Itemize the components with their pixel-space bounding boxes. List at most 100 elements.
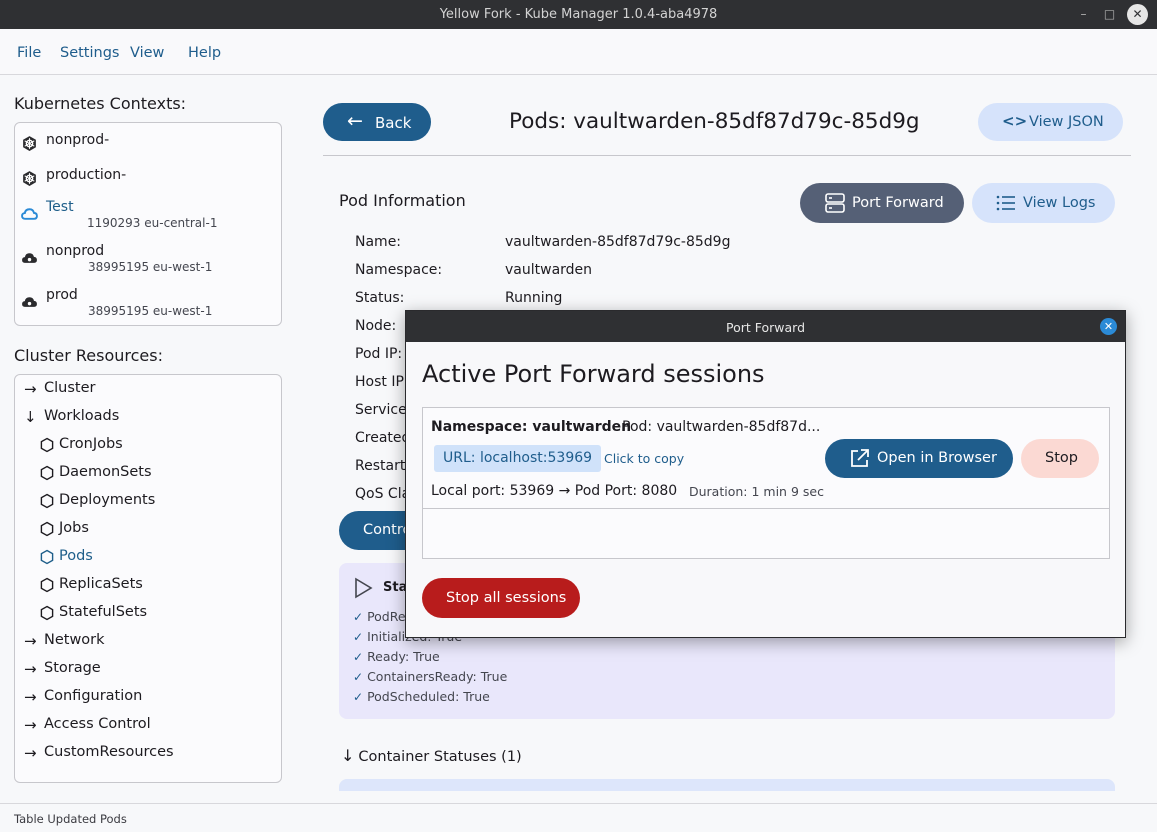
stop-label: Stop [1045,450,1078,466]
check-icon: ✓ [353,690,364,704]
open-in-browser-label: Open in Browser [877,450,997,466]
window-titlebar: Yellow Fork - Kube Manager 1.0.4-aba4978… [0,0,1157,29]
container-statuses-label: Container Statuses (1) [358,749,522,765]
arrow-right-icon: → [24,744,37,762]
menu-view[interactable]: View [130,45,164,61]
arrow-right-icon: → [24,632,37,650]
dialog-titlebar: Port Forward ✕ [406,311,1125,342]
check-icon: ✓ [353,670,364,684]
kubernetes-icon [23,136,36,151]
field-label: Created [355,430,411,446]
server-icon [825,193,845,213]
context-name: nonprod- [46,132,110,148]
hexagon-icon [40,521,54,537]
condition-item: ✓ PodScheduled: True [353,689,490,704]
dialog-heading: Active Port Forward sessions [422,360,765,388]
click-to-copy-link[interactable]: Click to copy [604,451,684,466]
menu-help[interactable]: Help [188,45,221,61]
external-link-icon [851,449,869,467]
field-label: Node: [355,318,397,334]
menubar: File Settings View Help [0,29,1157,75]
container-status-card [339,779,1115,791]
field-value: Running [505,290,563,306]
status-text: Table Updated Pods [14,812,127,826]
context-sub: 1190293 eu-central-1 [87,216,218,230]
menu-file[interactable]: File [17,45,41,61]
view-json-button[interactable]: <> View JSON [978,103,1123,141]
arrow-down-icon: ↓ [341,746,355,765]
session-namespace: Namespace: vaultwarden [431,419,632,435]
field-label: Host IP: [355,374,409,390]
arrow-right-icon: → [24,380,37,398]
check-icon: ✓ [353,650,364,664]
arrow-right-icon: → [24,688,37,706]
context-name: Test [46,199,74,215]
maximize-icon[interactable]: □ [1099,4,1120,25]
field-value: vaultwarden [505,262,593,278]
stop-all-sessions-button[interactable]: Stop all sessions [422,578,580,618]
status-bar: Table Updated Pods [0,803,1157,832]
hexagon-icon [40,605,54,621]
dialog-close-icon[interactable]: ✕ [1100,318,1117,335]
page-title: Pods: vaultwarden-85df87d79c-85d9g [509,109,920,134]
field-label: Restarts [355,458,413,474]
session-divider [423,508,1109,509]
context-sub: 38995195 eu-west-1 [88,260,213,274]
view-logs-label: View Logs [1023,195,1096,211]
container-statuses-toggle[interactable]: ↓ Container Statuses (1) [341,746,522,765]
dialog-title: Port Forward [725,320,806,335]
session-url[interactable]: URL: localhost:53969 [434,445,602,472]
resources-heading: Cluster Resources: [14,346,163,365]
field-label: Namespace: [355,262,443,278]
session-duration: Duration: 1 min 9 sec [689,484,824,499]
arrow-down-icon: ↓ [24,408,37,426]
view-logs-button[interactable]: View Logs [972,183,1115,223]
code-icon: <> [1002,112,1028,130]
header-divider [323,155,1131,156]
hexagon-icon [40,493,54,509]
open-in-browser-button[interactable]: Open in Browser [825,439,1013,478]
kubernetes-icon [23,171,36,186]
stop-session-button[interactable]: Stop [1021,439,1099,478]
minimize-icon[interactable]: – [1073,4,1094,25]
port-forward-button[interactable]: Port Forward [800,183,964,223]
field-label: Pod IP: [355,346,403,362]
back-button[interactable]: ← Back [323,103,431,141]
contexts-list: nonprod- production- Test 1190293 eu-cen… [14,122,282,326]
condition-item: ✓ Ready: True [353,649,440,664]
field-label: Service [355,402,407,418]
window-close-icon[interactable]: ✕ [1127,4,1148,25]
stop-all-label: Stop all sessions [446,590,567,606]
hexagon-icon [40,465,54,481]
cloud-icon [21,208,38,220]
field-label: Status: [355,290,405,306]
hexagon-icon [40,549,54,565]
menu-settings[interactable]: Settings [60,45,119,61]
cloud-icon [22,253,37,263]
contexts-heading: Kubernetes Contexts: [14,94,187,113]
context-sub: 38995195 eu-west-1 [88,304,213,318]
window-title: Yellow Fork - Kube Manager 1.0.4-aba4978 [439,7,718,22]
pod-info-heading: Pod Information [339,191,466,210]
session-ports: Local port: 53969 → Pod Port: 8080 [431,483,678,499]
list-icon [996,195,1015,211]
context-name: nonprod [46,243,105,259]
context-name: production- [46,167,127,183]
condition-item: ✓ PodRe [353,609,406,624]
arrow-left-icon: ← [347,110,363,132]
check-icon: ✓ [353,610,364,624]
arrow-right-icon: → [24,716,37,734]
play-icon[interactable] [353,577,373,599]
check-icon: ✓ [353,630,364,644]
port-forward-session: Namespace: vaultwarden Pod: vaultwarden-… [422,407,1110,559]
hexagon-icon [40,437,54,453]
arrow-right-icon: → [24,660,37,678]
back-button-label: Back [375,114,412,132]
port-forward-dialog: Port Forward ✕ Active Port Forward sessi… [405,310,1126,638]
cloud-icon [22,297,37,307]
view-json-label: View JSON [1029,114,1104,130]
field-label: Name: [355,234,402,250]
condition-item: ✓ ContainersReady: True [353,669,508,684]
session-pod: Pod: vaultwarden-85df87d... [622,419,821,435]
hexagon-icon [40,577,54,593]
